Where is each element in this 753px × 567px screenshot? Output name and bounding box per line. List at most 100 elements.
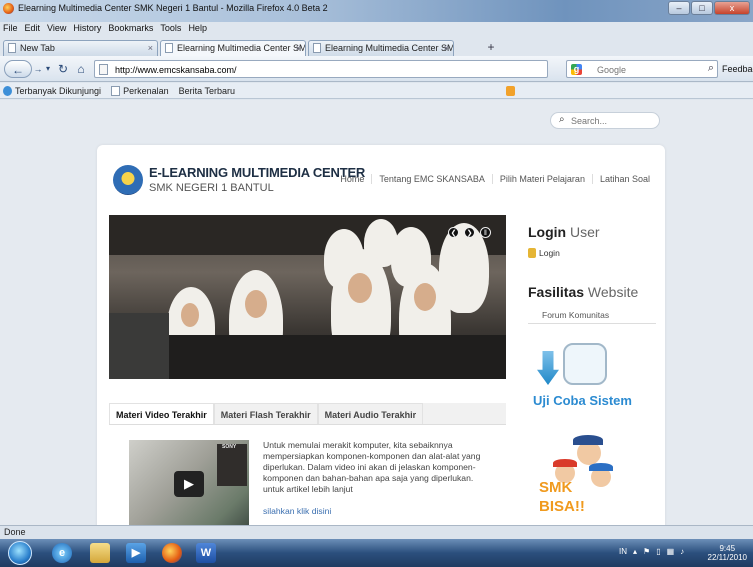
nav-tentang[interactable]: Tentang EMC SKANSABA	[371, 174, 492, 184]
student-face	[181, 303, 199, 327]
menu-edit[interactable]: Edit	[25, 23, 41, 33]
status-text: Done	[4, 527, 26, 537]
tab-materi-audio[interactable]: Materi Audio Terakhir	[317, 403, 424, 424]
media-player-icon[interactable]: ▶	[126, 543, 146, 563]
reload-icon[interactable]: ↻	[56, 60, 70, 78]
sony-label: SONY	[222, 444, 237, 450]
system-tray: IN ▴ ⚑ ▯ ▦ ♪	[619, 547, 684, 556]
nav-latihan-soal[interactable]: Latihan Soal	[591, 174, 657, 184]
clock-time: 9:45	[719, 544, 736, 553]
file-explorer-icon[interactable]	[90, 543, 110, 563]
feedback-button[interactable]: Feedback	[722, 64, 753, 74]
student-face	[414, 283, 436, 311]
search-input[interactable]	[597, 63, 697, 76]
menu-help[interactable]: Help	[188, 23, 207, 33]
start-button[interactable]	[8, 541, 32, 565]
tab-elearning-2[interactable]: Elearning Multimedia Center SMK N... ×	[308, 40, 454, 56]
url-input[interactable]	[115, 63, 515, 76]
nav-pilih-materi[interactable]: Pilih Materi Pelajaran	[491, 174, 592, 184]
url-bar[interactable]: ● ☆▾	[94, 60, 629, 78]
new-tab-button[interactable]: +	[483, 40, 499, 54]
search-icon: ⌕	[559, 114, 565, 125]
bookmark-label: Terbanyak Dikunjungi	[15, 85, 102, 96]
menu-tools[interactable]: Tools	[160, 23, 181, 33]
home-icon[interactable]: ⌂	[74, 60, 88, 78]
forward-icon[interactable]: →	[33, 60, 43, 78]
uji-coba-banner[interactable]: Uji Coba Sistem	[533, 341, 632, 417]
taskbar-clock[interactable]: 9:45 22/11/2010	[708, 544, 747, 562]
menu-file[interactable]: File	[3, 23, 18, 33]
login-heading-bold: Login	[528, 224, 567, 240]
page-icon	[165, 43, 173, 53]
bookmark-perkenalan[interactable]: Perkenalan	[111, 85, 169, 96]
search-icon[interactable]: ⌕	[708, 62, 714, 75]
word-icon[interactable]: W	[196, 543, 216, 563]
slider-pause-icon[interactable]: ‖	[480, 227, 491, 238]
close-button[interactable]: x	[714, 1, 750, 15]
internet-explorer-icon[interactable]: e	[52, 543, 72, 563]
slider-prev-icon[interactable]: ❮	[448, 227, 459, 238]
computer-monitor	[109, 313, 169, 379]
cap-icon	[589, 463, 613, 471]
bookmark-berita-terbaru[interactable]: Berita Terbaru	[179, 86, 515, 96]
image-slider: ❮ ❯ ‖	[109, 215, 506, 379]
materi-tabs: Materi Video Terakhir Materi Flash Terak…	[109, 403, 506, 425]
tab-strip: New Tab × Elearning Multimedia Center SM…	[0, 34, 753, 56]
video-thumbnail[interactable]: SONY ▶	[129, 440, 249, 525]
bookmark-label: Perkenalan	[123, 85, 169, 96]
window-title: Elearning Multimedia Center SMK Negeri 1…	[18, 3, 328, 13]
forum-link[interactable]: Forum Komunitas	[528, 310, 656, 324]
read-more-link[interactable]: silahkan klik disini	[263, 506, 331, 516]
bookmarks-toolbar: Terbanyak Dikunjungi Perkenalan Berita T…	[0, 83, 753, 99]
tab-filler	[423, 403, 506, 424]
login-link[interactable]: Login	[528, 248, 560, 258]
site-search-box[interactable]: ⌕	[550, 112, 660, 129]
language-indicator[interactable]: IN	[619, 547, 627, 556]
download-arrow-icon	[537, 351, 559, 385]
close-tab-icon[interactable]: ×	[148, 41, 153, 55]
computer-mascot-icon	[563, 343, 607, 385]
nav-home[interactable]: Home	[333, 174, 371, 184]
site-identity-icon	[99, 64, 108, 75]
tab-new-tab[interactable]: New Tab ×	[3, 40, 158, 56]
show-hidden-icons-icon[interactable]: ▴	[633, 547, 637, 556]
google-icon[interactable]: g	[571, 64, 582, 75]
battery-icon[interactable]: ▯	[656, 547, 660, 556]
firefox-taskbar-icon[interactable]	[162, 543, 182, 563]
uji-coba-label: Uji Coba Sistem	[533, 393, 632, 408]
tab-materi-flash[interactable]: Materi Flash Terakhir	[213, 403, 318, 424]
action-center-flag-icon[interactable]: ⚑	[643, 547, 650, 556]
tab-materi-video[interactable]: Materi Video Terakhir	[109, 403, 214, 424]
network-icon[interactable]: ▦	[667, 547, 675, 556]
bookmark-most-visited[interactable]: Terbanyak Dikunjungi	[3, 85, 102, 96]
volume-icon[interactable]: ♪	[680, 547, 684, 556]
menu-bookmarks[interactable]: Bookmarks	[108, 23, 153, 33]
page-content: ⌕ E-LEARNING MULTIMEDIA CENTER SMK NEGER…	[0, 100, 753, 525]
fasilitas-heading-rest: Website	[587, 284, 639, 300]
window-controls: – □ x	[668, 1, 750, 15]
tab-label: New Tab	[20, 43, 55, 53]
history-dropdown-icon[interactable]: ▾	[45, 60, 51, 78]
search-bar[interactable]: g ⌕	[566, 60, 718, 78]
smk-bisa-banner[interactable]: SMK BISA!!	[533, 435, 623, 525]
login-heading-rest: User	[570, 224, 600, 240]
tab-elearning-1[interactable]: Elearning Multimedia Center SMK N... ×	[160, 40, 306, 56]
tab-label: Elearning Multimedia Center SMK N...	[177, 43, 306, 53]
close-tab-icon[interactable]: ×	[444, 41, 449, 55]
page-icon	[111, 85, 121, 96]
maximize-button[interactable]: □	[691, 1, 713, 15]
student-face	[348, 273, 372, 303]
back-button[interactable]: ←	[4, 60, 32, 78]
close-tab-icon[interactable]: ×	[296, 41, 301, 55]
menu-view[interactable]: View	[47, 23, 66, 33]
minimize-button[interactable]: –	[668, 1, 690, 15]
student-face	[245, 290, 267, 318]
bisa-label: BISA!!	[539, 498, 585, 515]
slider-next-icon[interactable]: ❯	[464, 227, 475, 238]
site-subtitle: SMK NEGERI 1 BANTUL	[149, 182, 274, 194]
menu-bar: File Edit View History Bookmarks Tools H…	[0, 23, 207, 33]
menu-history[interactable]: History	[73, 23, 101, 33]
cap-icon	[553, 459, 577, 467]
play-icon[interactable]: ▶	[174, 471, 204, 497]
site-search-input[interactable]	[571, 115, 651, 127]
